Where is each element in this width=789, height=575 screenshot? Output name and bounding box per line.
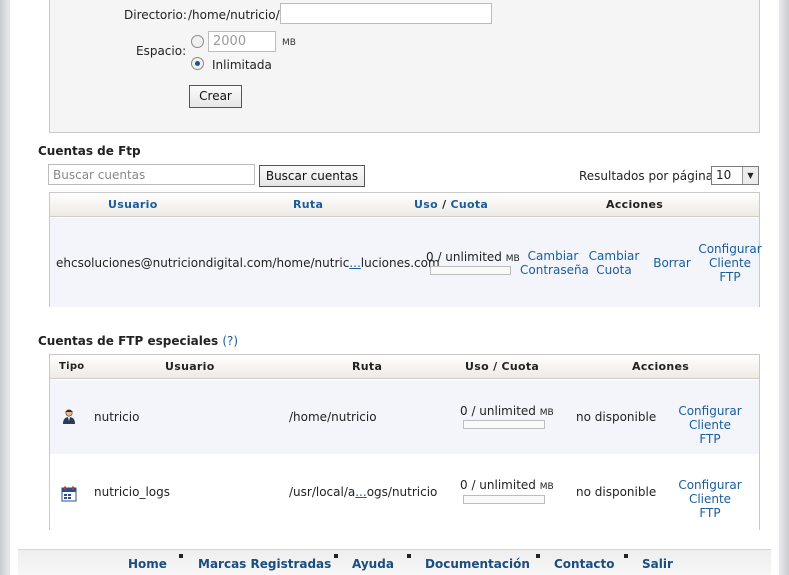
ftp-accounts-table: Usuario Ruta Uso / Cuota Acciones ehcsol… [49,192,762,307]
header-slash: / [437,198,451,211]
account-name-prefix: ehcsoluciones@nutriciondigital.com/home/… [56,256,350,270]
configure-client-link[interactable]: Configurar Cliente FTP [677,478,743,520]
header-usage-quota: Uso / Cuota [465,360,540,373]
ftp-accounts-title-text: Cuentas de Ftp [38,144,141,158]
create-button[interactable]: Crear [189,85,242,108]
footer-link-docs[interactable]: Documentación [425,557,530,571]
account-name: ehcsoluciones@nutriciondigital.com/home/… [56,256,440,270]
search-accounts-input[interactable]: Buscar cuentas [48,164,255,185]
delete-link[interactable]: Borrar [651,256,693,270]
table-row: nutricio_logs /usr/local/a...ogs/nutrici… [50,455,759,530]
special-user: nutricio_logs [94,485,171,499]
usage-value: 0 / unlimited [460,478,536,492]
account-name-expand[interactable]: ... [349,256,360,270]
special-path-suffix: ogs/nutricio [366,485,438,499]
unlimited-radio[interactable] [191,57,204,70]
quota-unit: MB [282,38,296,48]
help-link[interactable]: (?) [222,334,238,348]
quota-radio[interactable] [191,35,204,48]
special-path: /usr/local/a...ogs/nutricio [289,485,437,499]
usage-unit: MB [539,482,554,492]
header-path[interactable]: Ruta [293,198,323,211]
header-user[interactable]: Usuario [108,198,158,211]
usage-text: 0 / unlimited MB [460,404,554,418]
special-path-prefix: /usr/local/a [289,485,356,499]
create-ftp-panel: Directorio: /home/nutricio/ Espacio: 200… [49,0,760,133]
status-text: no disponible [576,485,657,499]
footer-link-contact[interactable]: Contacto [554,557,615,571]
usage-bar [463,495,545,504]
user-icon [61,408,77,424]
unlimited-label: Inlimitada [212,58,272,72]
special-path-expand[interactable]: ... [355,485,366,499]
usage-bar [463,420,545,429]
footer-separator [624,554,628,558]
configure-client-link[interactable]: Configurar Cliente FTP [677,404,743,446]
usage-unit: MB [505,254,520,264]
footer-separator [179,554,183,558]
status-text: no disponible [576,410,657,424]
special-ftp-table: Tipo Usuario Ruta Uso / Cuota Acciones n… [49,354,760,530]
dropdown-arrow-icon: ▼ [742,167,758,184]
usage-value: 0 / unlimited [460,404,536,418]
special-ftp-header: Tipo Usuario Ruta Uso / Cuota Acciones [50,355,759,379]
footer-separator [536,554,540,558]
table-row: ehcsoluciones@nutriciondigital.com/home/… [50,218,762,307]
header-usage-quota: Uso / Cuota [414,198,488,211]
usage-value: 0 / unlimited [426,250,502,264]
footer-nav: Home Marcas Registradas Ayuda Documentac… [18,549,771,575]
usage-text: 0 / unlimited MB [460,478,554,492]
footer-link-trademarks[interactable]: Marcas Registradas [198,557,331,571]
header-user: Usuario [165,360,215,373]
footer-link-home[interactable]: Home [128,557,167,571]
footer-separator [407,554,411,558]
header-usage[interactable]: Uso [414,198,438,211]
quota-input[interactable]: 2000 [208,31,276,52]
usage-bar [430,266,511,275]
change-password-link[interactable]: Cambiar Contraseña [520,249,589,277]
footer-link-help[interactable]: Ayuda [352,557,394,571]
ftp-accounts-title: Cuentas de Ftp [38,144,141,158]
footer-link-logout[interactable]: Salir [642,557,673,571]
table-row: nutricio /home/nutricio 0 / unlimited MB… [50,380,759,454]
ftp-accounts-header: Usuario Ruta Uso / Cuota Acciones [50,193,759,217]
header-path: Ruta [352,360,383,373]
footer-separator [334,554,338,558]
directory-input[interactable] [280,3,492,24]
logs-calendar-icon [61,486,77,502]
results-per-page-label: Resultados por página: [579,169,718,183]
header-actions: Acciones [606,198,664,211]
header-actions: Acciones [632,360,690,373]
header-type: Tipo [59,361,85,372]
special-ftp-title: Cuentas de FTP especiales (?) [38,334,238,348]
directory-prefix: /home/nutricio/ [188,8,280,22]
configure-client-link[interactable]: Configurar Cliente FTP [698,242,762,284]
results-per-page-select[interactable]: 10 ▼ [711,166,759,185]
space-label: Espacio: [136,44,187,58]
special-path: /home/nutricio [289,410,377,424]
usage-text: 0 / unlimited MB [426,250,520,264]
window-frame-right [779,0,789,575]
change-quota-link[interactable]: Cambiar Cuota [588,249,640,277]
results-per-page-value: 10 [716,168,732,182]
usage-unit: MB [539,408,554,418]
search-accounts-button[interactable]: Buscar cuentas [259,165,365,187]
directory-label: Directorio: [124,8,187,22]
special-user: nutricio [94,410,140,424]
header-quota[interactable]: Cuota [451,198,489,211]
special-ftp-title-text: Cuentas de FTP especiales [38,334,219,348]
window-frame-left [0,0,10,575]
